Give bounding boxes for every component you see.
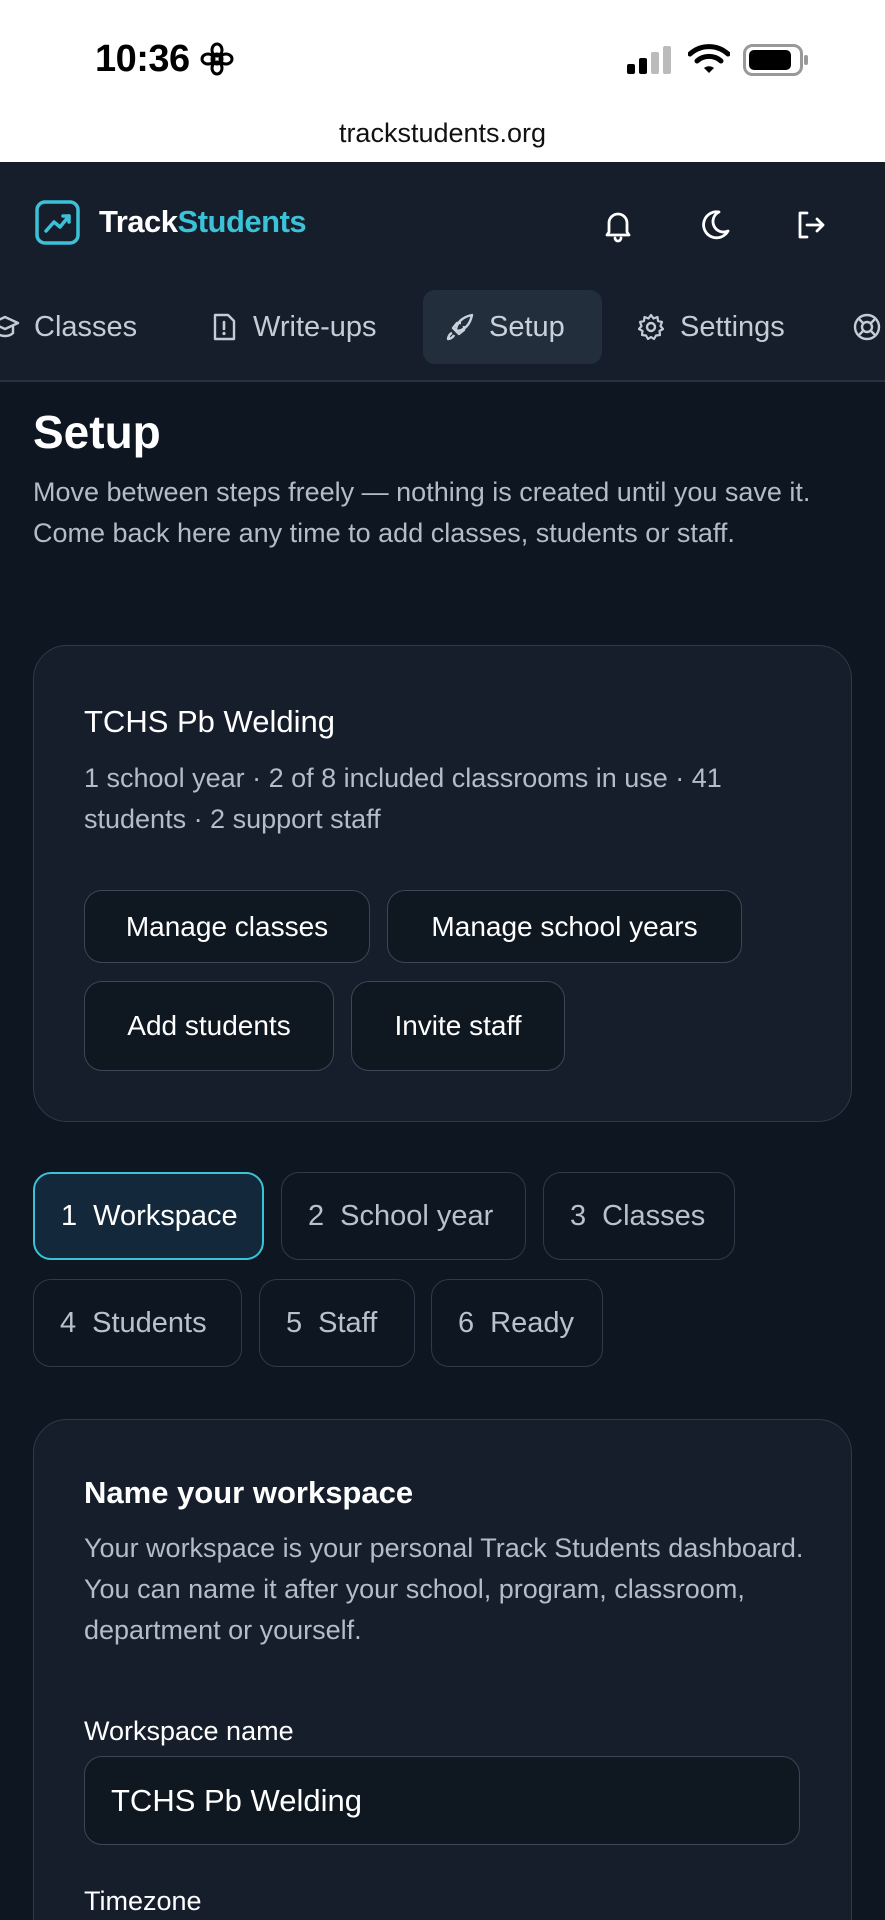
brand-logo[interactable]: TrackStudents — [99, 204, 307, 240]
workspace-stats: 1 school year · 2 of 8 included classroo… — [84, 763, 722, 834]
step-workspace[interactable]: 1 Workspace — [33, 1172, 264, 1260]
workspace-form-card: Name your workspace Your workspace is yo… — [33, 1419, 852, 1920]
step-ready[interactable]: 6 Ready — [431, 1279, 603, 1367]
alert-file-icon — [213, 313, 236, 341]
clock: 10:36 — [95, 38, 190, 80]
workspace-name-input[interactable] — [84, 1756, 800, 1845]
tab-classes[interactable]: Classes — [0, 290, 159, 364]
manage-classes-button[interactable]: Manage classes — [84, 890, 370, 963]
tab-help[interactable] — [830, 290, 885, 364]
tab-label: Write-ups — [253, 310, 377, 343]
trend-chart-icon — [35, 200, 80, 245]
tab-label: Classes — [34, 310, 138, 343]
tab-setup[interactable]: Setup — [423, 290, 602, 364]
flower-icon — [200, 42, 234, 76]
url-bar[interactable]: trackstudents.org — [0, 118, 885, 149]
form-description: Your workspace is your personal Track St… — [84, 1533, 804, 1645]
workspace-name-label: Workspace name — [84, 1716, 294, 1746]
wifi-icon — [688, 44, 730, 73]
rocket-icon — [446, 313, 474, 341]
page-title: Setup — [33, 406, 161, 458]
battery-icon — [743, 44, 808, 76]
app-header: TrackStudents Classes Write-ups Setup Se… — [0, 162, 885, 382]
tab-label: Settings — [680, 310, 785, 343]
bell-icon[interactable] — [600, 207, 636, 243]
moon-icon[interactable] — [697, 207, 733, 243]
form-title: Name your workspace — [84, 1475, 414, 1510]
step-students[interactable]: 4 Students — [33, 1279, 242, 1367]
add-students-button[interactable]: Add students — [84, 981, 334, 1071]
workspace-summary-card: TCHS Pb Welding 1 school year · 2 of 8 i… — [33, 645, 852, 1122]
timezone-label: Timezone — [84, 1886, 202, 1916]
step-classes[interactable]: 3 Classes — [543, 1172, 735, 1260]
status-bar: 10:36 trackstudents.org — [0, 0, 885, 162]
gear-icon — [637, 313, 665, 341]
cellular-signal-icon — [627, 46, 671, 74]
workspace-name: TCHS Pb Welding — [84, 704, 335, 739]
step-staff[interactable]: 5 Staff — [259, 1279, 415, 1367]
graduation-cap-icon — [0, 315, 20, 338]
page-description: Move between steps freely — nothing is c… — [33, 477, 811, 548]
tab-settings[interactable]: Settings — [614, 290, 807, 364]
tab-label: Setup — [489, 310, 565, 343]
nav-tabs: Classes Write-ups Setup Settings — [0, 290, 885, 370]
tab-write-ups[interactable]: Write-ups — [187, 290, 399, 364]
step-school-year[interactable]: 2 School year — [281, 1172, 526, 1260]
sign-out-icon[interactable] — [793, 207, 829, 243]
manage-school-years-button[interactable]: Manage school years — [387, 890, 742, 963]
invite-staff-button[interactable]: Invite staff — [351, 981, 565, 1071]
lifebuoy-icon — [853, 313, 881, 341]
